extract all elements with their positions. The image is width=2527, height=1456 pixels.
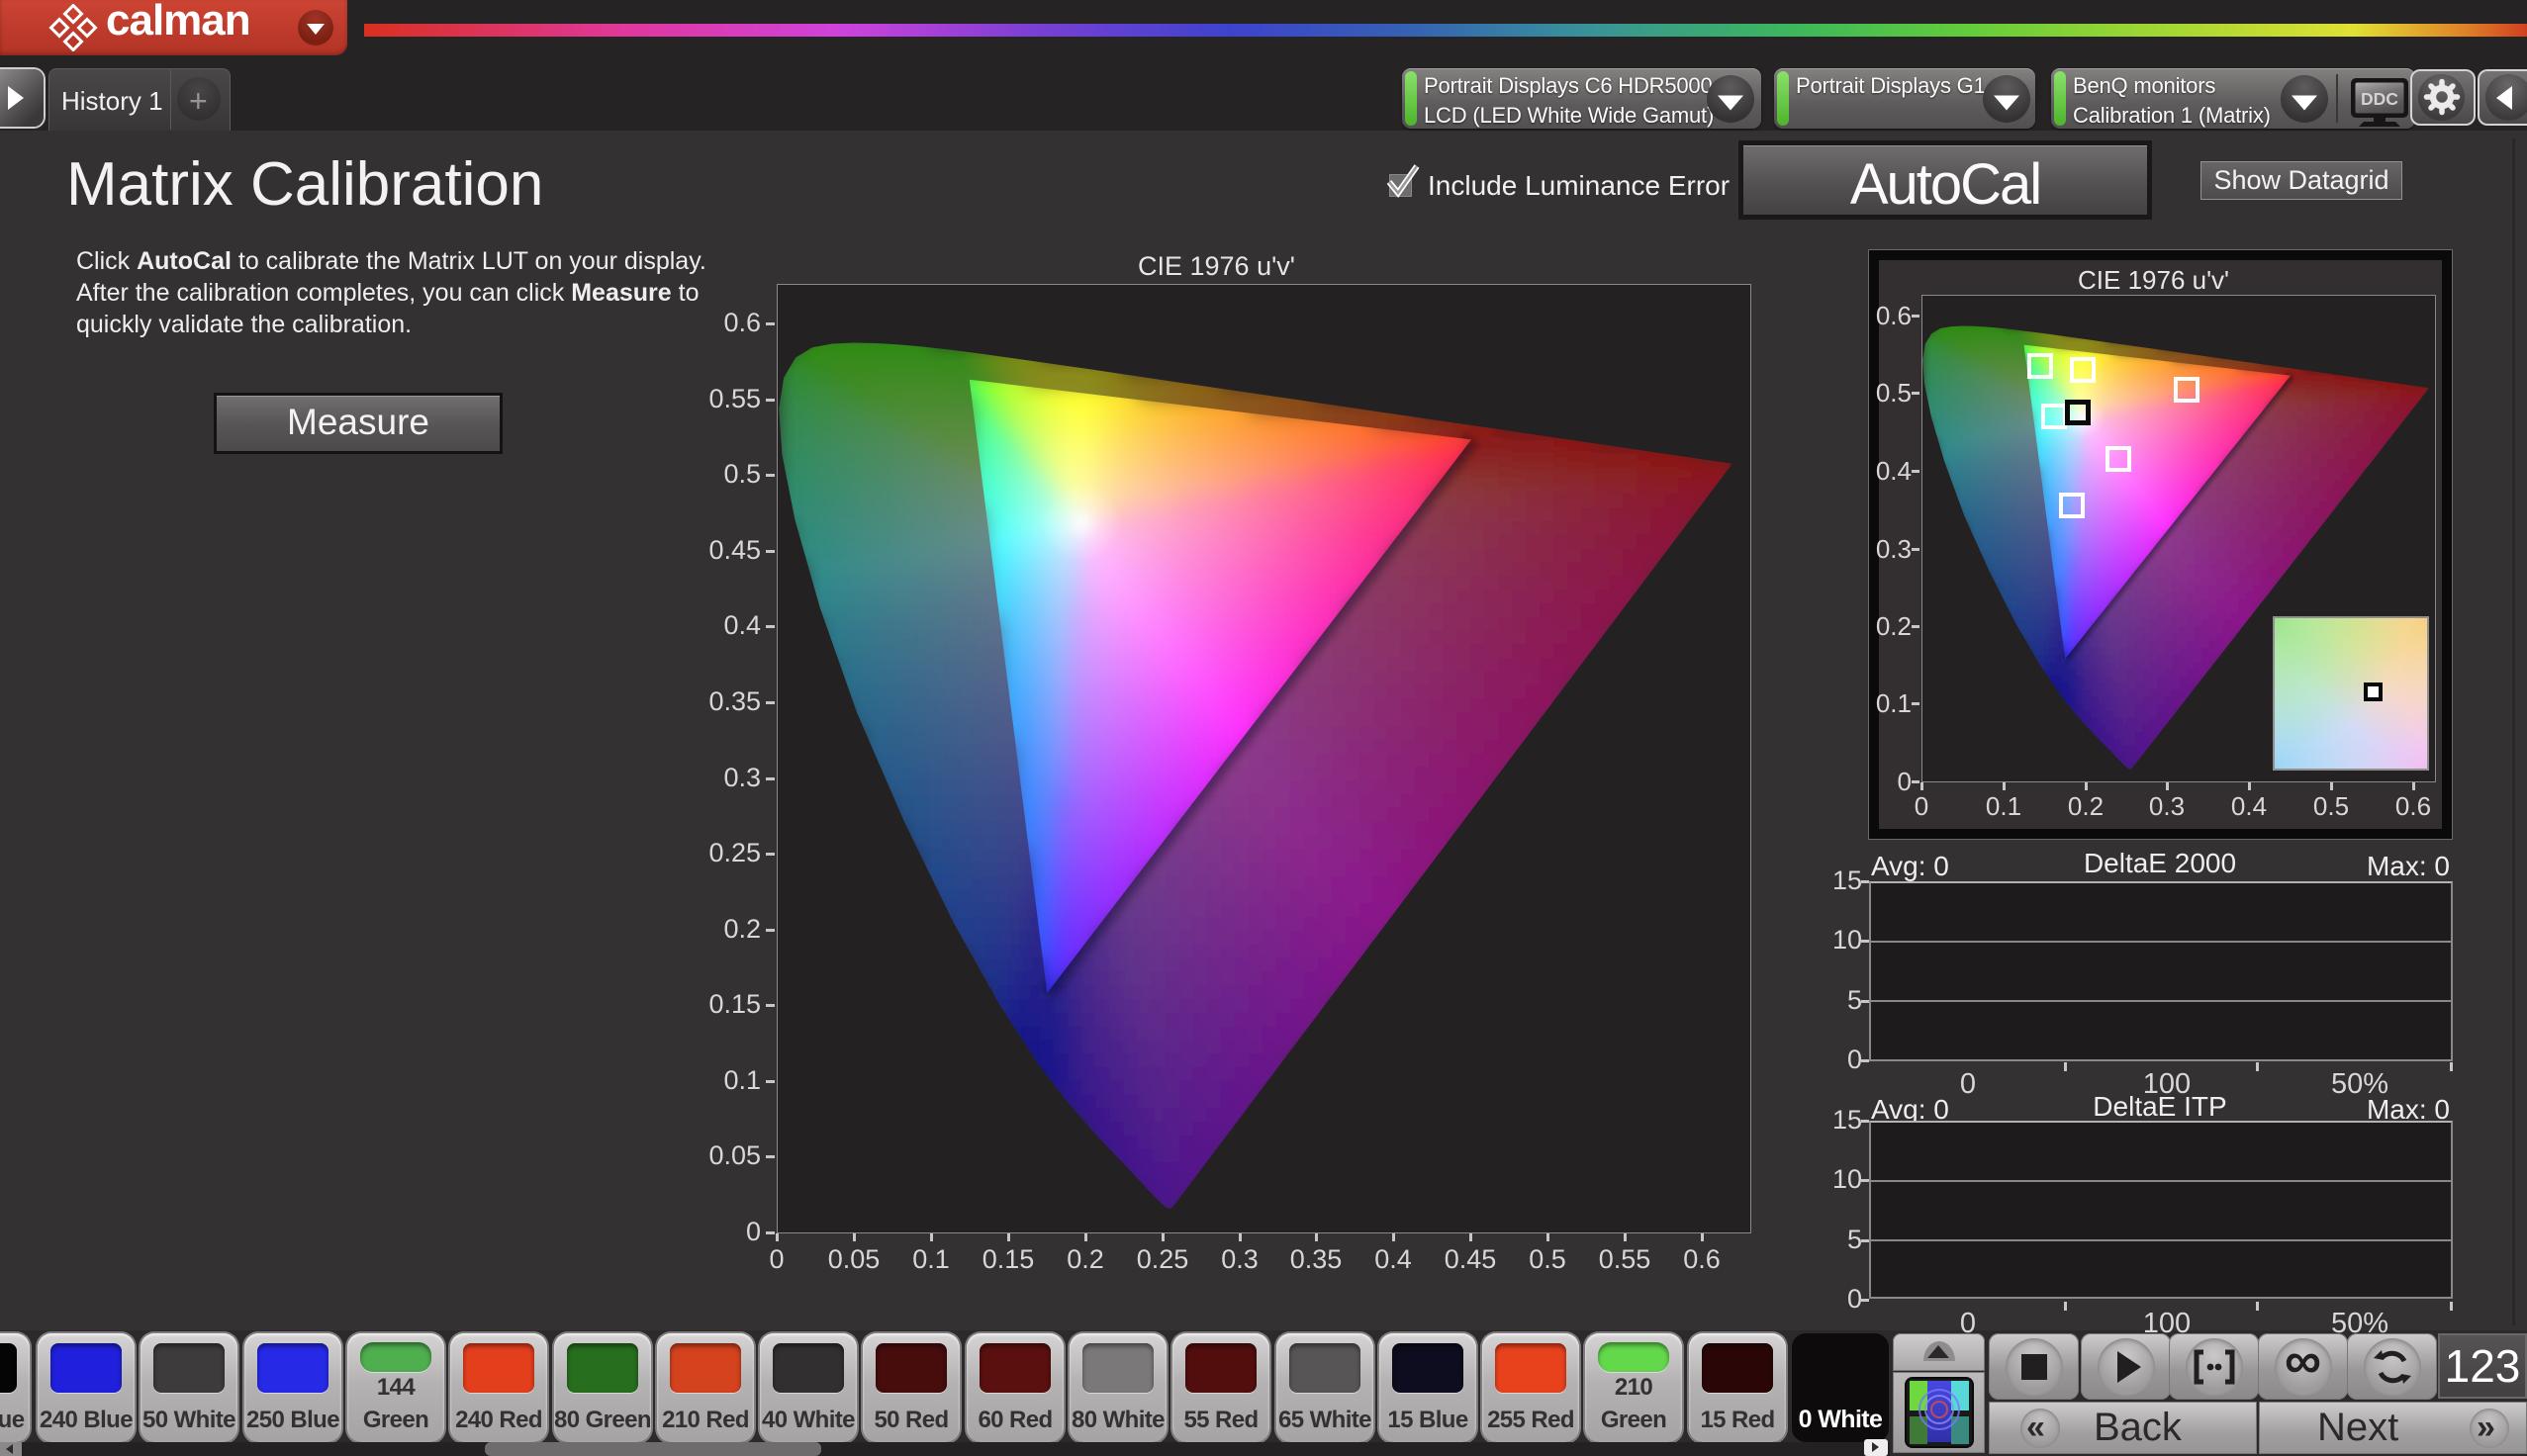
svg-text:DDC: DDC (2361, 89, 2398, 109)
